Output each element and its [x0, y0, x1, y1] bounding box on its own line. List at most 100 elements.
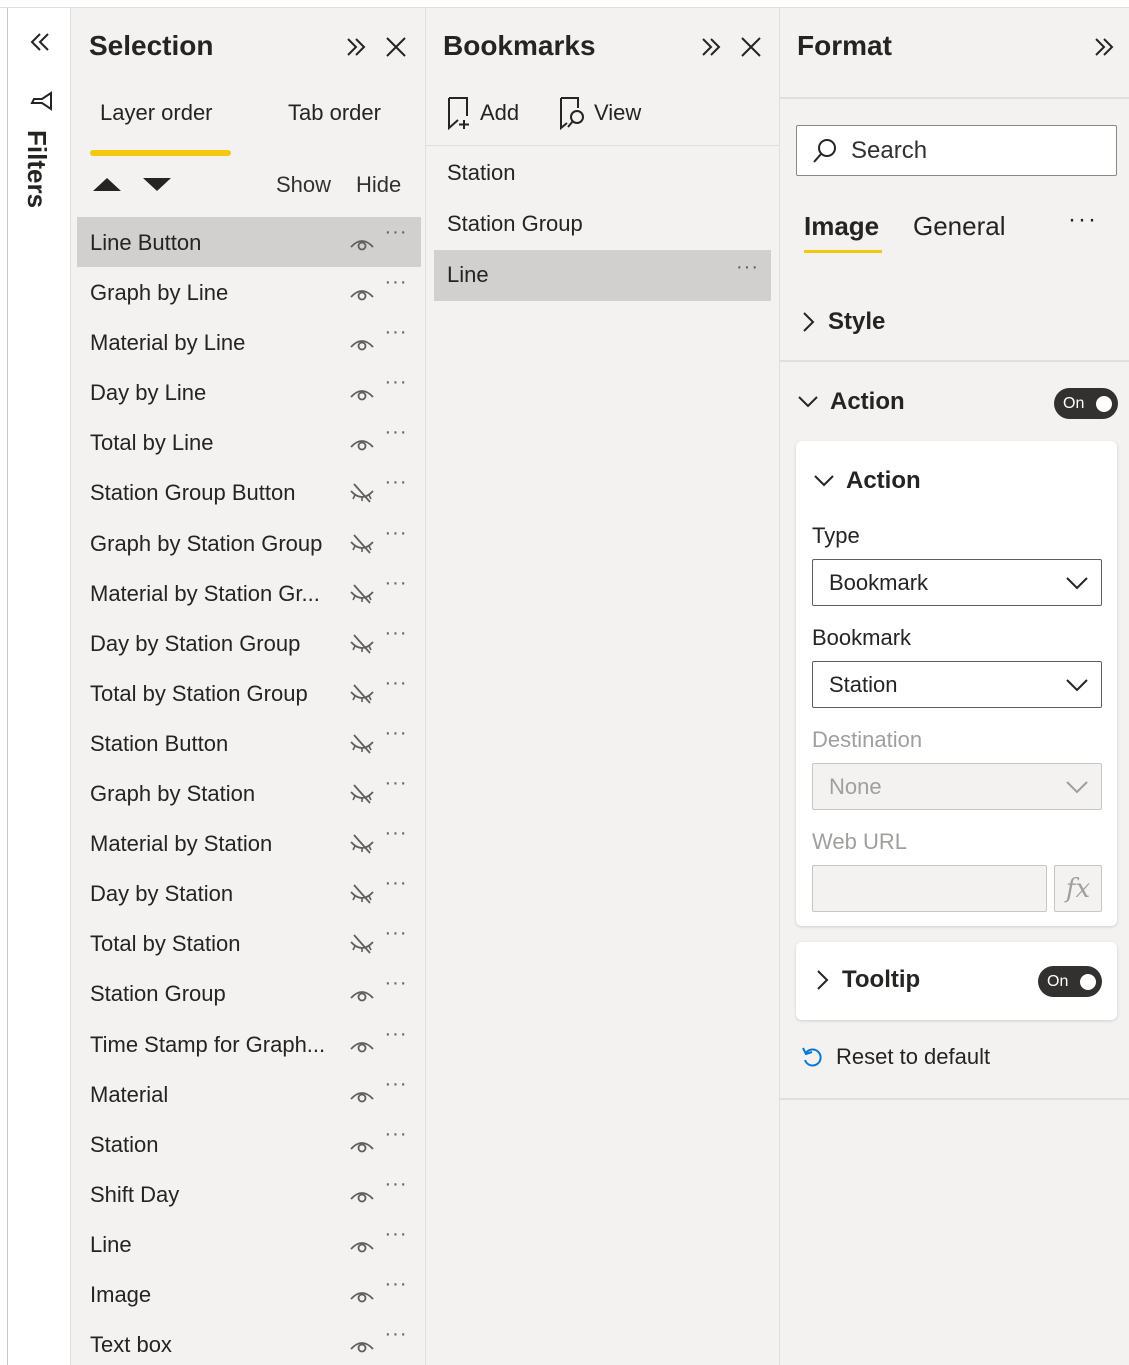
eye-hidden-icon[interactable]	[349, 482, 375, 504]
tab-layer-order[interactable]: Layer order	[100, 100, 213, 126]
layer-row[interactable]: Total by Station ···	[77, 918, 421, 968]
more-options-icon[interactable]: ···	[381, 773, 411, 796]
more-options-icon[interactable]: ···	[381, 973, 411, 996]
eye-icon[interactable]	[349, 1034, 375, 1056]
more-options-icon[interactable]: ···	[381, 472, 411, 495]
layer-row[interactable]: Total by Station Group ···	[77, 668, 421, 718]
more-options-icon[interactable]: ···	[381, 673, 411, 696]
show-all-button[interactable]: Show	[276, 172, 331, 198]
more-options-icon[interactable]: ···	[381, 1124, 411, 1147]
more-options-icon[interactable]: ···	[381, 1274, 411, 1297]
conditional-format-button[interactable]: fx	[1054, 865, 1102, 912]
view-bookmark-button[interactable]: View	[558, 96, 641, 130]
search-input[interactable]	[851, 136, 1111, 165]
destination-dropdown[interactable]: None	[812, 763, 1102, 810]
more-options-icon[interactable]: ···	[381, 1024, 411, 1047]
format-tabs-more-button[interactable]: ···	[1068, 206, 1098, 234]
action-card-header[interactable]: Action	[812, 467, 921, 495]
eye-hidden-icon[interactable]	[349, 933, 375, 955]
more-options-icon[interactable]: ···	[381, 1224, 411, 1247]
eye-icon[interactable]	[349, 232, 375, 254]
web-url-input[interactable]	[812, 865, 1047, 912]
layer-row[interactable]: Day by Station Group ···	[77, 618, 421, 668]
more-options-icon[interactable]: ···	[381, 222, 411, 245]
bring-forward-button[interactable]	[90, 170, 124, 198]
layer-row[interactable]: Time Stamp for Graph... ···	[77, 1019, 421, 1069]
more-options-icon[interactable]: ···	[381, 523, 411, 546]
layer-row[interactable]: Line Button ···	[77, 217, 421, 268]
eye-hidden-icon[interactable]	[349, 733, 375, 755]
type-dropdown[interactable]: Bookmark	[812, 559, 1102, 606]
format-search-box[interactable]	[796, 125, 1117, 176]
eye-hidden-icon[interactable]	[349, 833, 375, 855]
eye-hidden-icon[interactable]	[349, 533, 375, 555]
bookmarks-close-button[interactable]	[734, 30, 768, 64]
action-section-header[interactable]: Action	[796, 388, 905, 416]
tab-general[interactable]: General	[913, 211, 1006, 242]
layer-row[interactable]: Day by Line ···	[77, 367, 421, 417]
more-options-icon[interactable]: ···	[381, 623, 411, 646]
filter-icon[interactable]	[30, 88, 52, 114]
selection-close-button[interactable]	[379, 30, 413, 64]
eye-icon[interactable]	[349, 282, 375, 304]
tooltip-section-header[interactable]: Tooltip	[814, 966, 920, 994]
style-section-header[interactable]: Style	[800, 308, 885, 336]
bookmarks-collapse-button[interactable]	[694, 30, 728, 64]
eye-icon[interactable]	[349, 332, 375, 354]
more-options-icon[interactable]: ···	[381, 1174, 411, 1197]
layer-row[interactable]: Shift Day ···	[77, 1169, 421, 1219]
send-backward-button[interactable]	[140, 170, 174, 198]
layer-row[interactable]: Graph by Station ···	[77, 768, 421, 818]
eye-hidden-icon[interactable]	[349, 683, 375, 705]
bookmark-item[interactable]: Station Group	[434, 199, 771, 250]
more-options-icon[interactable]: ···	[381, 1324, 411, 1347]
more-options-icon[interactable]: ···	[381, 1074, 411, 1097]
eye-hidden-icon[interactable]	[349, 783, 375, 805]
layer-row[interactable]: Day by Station ···	[77, 868, 421, 918]
bookmark-dropdown[interactable]: Station	[812, 661, 1102, 708]
eye-icon[interactable]	[349, 1184, 375, 1206]
more-options-icon[interactable]: ···	[381, 573, 411, 596]
eye-icon[interactable]	[349, 1334, 375, 1356]
eye-icon[interactable]	[349, 382, 375, 404]
layer-row[interactable]: Material by Station ···	[77, 818, 421, 868]
bookmark-item[interactable]: Line ···	[434, 250, 771, 301]
tab-tab-order[interactable]: Tab order	[288, 100, 381, 126]
bookmark-item[interactable]: Station	[434, 148, 771, 199]
hide-all-button[interactable]: Hide	[356, 172, 401, 198]
eye-icon[interactable]	[349, 1084, 375, 1106]
layer-row[interactable]: Material ···	[77, 1069, 421, 1119]
eye-icon[interactable]	[349, 432, 375, 454]
layer-row[interactable]: Station Group Button ···	[77, 467, 421, 517]
layer-row[interactable]: Graph by Station Group ···	[77, 518, 421, 568]
format-collapse-button[interactable]	[1087, 30, 1121, 64]
filters-label[interactable]: Filters	[21, 130, 52, 208]
collapse-panes-button[interactable]	[24, 26, 56, 58]
more-options-icon[interactable]: ···	[736, 256, 759, 279]
tooltip-toggle[interactable]: On	[1038, 966, 1102, 997]
reset-to-default-button[interactable]: Reset to default	[800, 1044, 990, 1070]
add-bookmark-button[interactable]: Add	[446, 96, 519, 130]
layer-row[interactable]: Station Button ···	[77, 718, 421, 768]
layer-row[interactable]: Text box ···	[77, 1319, 421, 1365]
eye-hidden-icon[interactable]	[349, 633, 375, 655]
tab-image[interactable]: Image	[804, 211, 879, 242]
eye-icon[interactable]	[349, 983, 375, 1005]
layer-row[interactable]: Station Group ···	[77, 968, 421, 1018]
layer-row[interactable]: Material by Line ···	[77, 317, 421, 367]
layer-row[interactable]: Graph by Line ···	[77, 267, 421, 317]
more-options-icon[interactable]: ···	[381, 723, 411, 746]
eye-icon[interactable]	[349, 1134, 375, 1156]
layer-row[interactable]: Material by Station Gr... ···	[77, 568, 421, 618]
eye-hidden-icon[interactable]	[349, 883, 375, 905]
selection-collapse-button[interactable]	[339, 30, 373, 64]
more-options-icon[interactable]: ···	[381, 322, 411, 345]
layer-row[interactable]: Total by Line ···	[77, 417, 421, 467]
layer-row[interactable]: Station ···	[77, 1119, 421, 1169]
more-options-icon[interactable]: ···	[381, 372, 411, 395]
action-toggle[interactable]: On	[1054, 388, 1118, 419]
more-options-icon[interactable]: ···	[381, 272, 411, 295]
more-options-icon[interactable]: ···	[381, 422, 411, 445]
more-options-icon[interactable]: ···	[381, 923, 411, 946]
more-options-icon[interactable]: ···	[381, 823, 411, 846]
